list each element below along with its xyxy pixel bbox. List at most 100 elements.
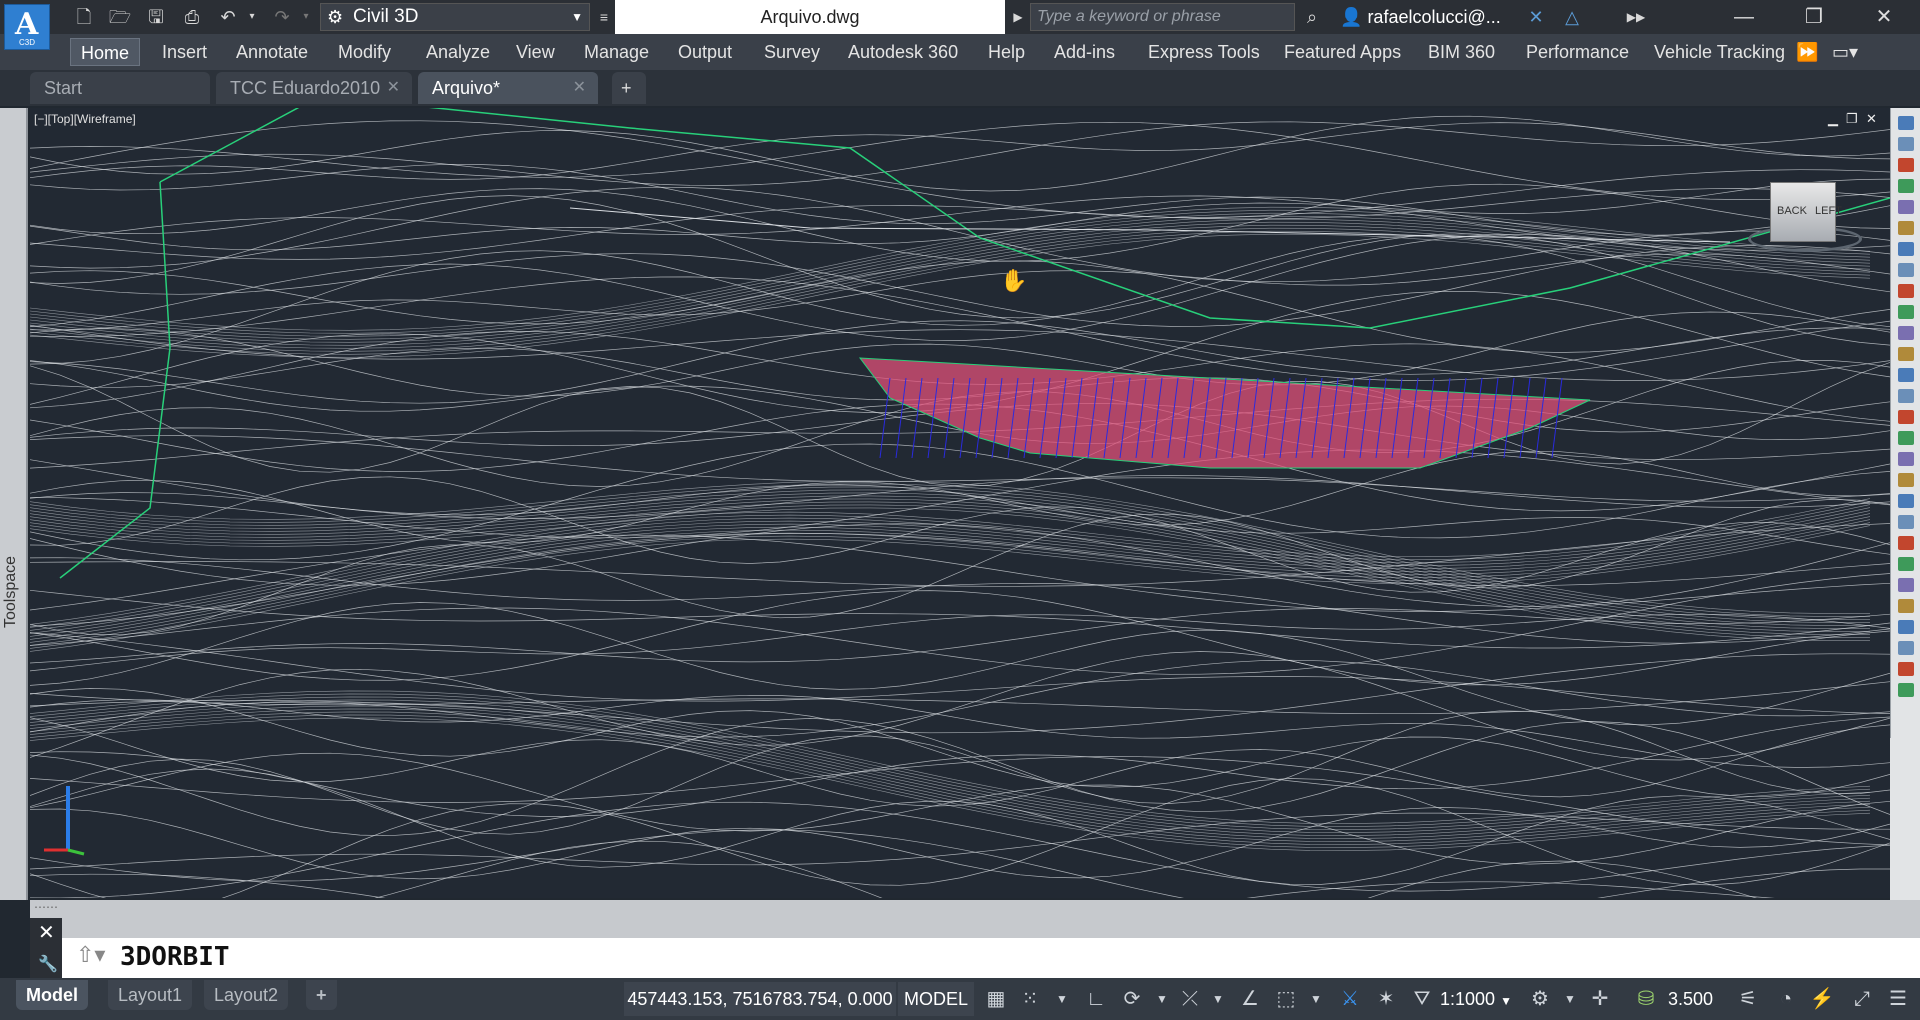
tab-view[interactable]: View — [506, 38, 565, 66]
workspace-dropdown-icon[interactable]: ▼ — [1556, 984, 1584, 1014]
palette-tool-icon[interactable] — [1898, 536, 1914, 550]
command-line[interactable] — [30, 938, 1920, 978]
tab-performance[interactable]: Performance — [1516, 38, 1639, 66]
autodesk-360-icon[interactable]: △ — [1560, 5, 1584, 29]
command-input[interactable]: 3DORBIT — [120, 942, 230, 972]
user-account[interactable]: 👤 rafaelcolucci@... — [1340, 0, 1501, 34]
close-tab-icon[interactable]: ✕ — [387, 72, 400, 104]
palette-tool-icon[interactable] — [1898, 263, 1914, 277]
more-icon[interactable]: ▶▶ — [1624, 5, 1648, 29]
annotation-scale-icon[interactable]: ⛛ — [1408, 984, 1436, 1014]
annotation-visibility-icon[interactable]: ⚔ — [1336, 984, 1364, 1014]
layout-tab-layout1[interactable]: Layout1 — [108, 980, 193, 1010]
tab-analyze[interactable]: Analyze — [416, 38, 500, 66]
palette-tool-icon[interactable] — [1898, 368, 1914, 382]
palette-tool-icon[interactable] — [1898, 221, 1914, 235]
gear-icon[interactable]: ⚙ — [1526, 984, 1554, 1014]
palette-tool-icon[interactable] — [1898, 389, 1914, 403]
snap-icon[interactable]: ⁙ — [1016, 984, 1044, 1014]
open-file-icon[interactable]: 🗁 — [108, 5, 132, 29]
save-icon[interactable]: 🖫 — [144, 5, 168, 29]
palette-tool-icon[interactable] — [1898, 494, 1914, 508]
tab-help[interactable]: Help — [978, 38, 1035, 66]
palette-tool-icon[interactable] — [1898, 116, 1914, 130]
palette-tool-icon[interactable] — [1898, 242, 1914, 256]
palette-tool-icon[interactable] — [1898, 599, 1914, 613]
object-snap-tracking-icon[interactable]: ∠ — [1236, 984, 1264, 1014]
properties-icon[interactable]: ⚟ — [1734, 984, 1762, 1014]
palette-tool-icon[interactable] — [1898, 683, 1914, 697]
object-snap-dropdown-icon[interactable]: ▼ — [1302, 984, 1330, 1014]
palette-tool-icon[interactable] — [1898, 431, 1914, 445]
lineweight-value[interactable]: 3.500 — [1668, 982, 1713, 1016]
add-layout-icon[interactable]: + — [306, 980, 337, 1010]
object-snap-icon[interactable]: ⬚ — [1272, 984, 1300, 1014]
grid-icon[interactable]: ▦ — [982, 984, 1010, 1014]
viewcube[interactable]: BACK LEFT — [1770, 182, 1842, 242]
palette-tool-icon[interactable] — [1898, 473, 1914, 487]
tab-featured-apps[interactable]: Featured Apps — [1274, 38, 1411, 66]
palette-tool-icon[interactable] — [1898, 557, 1914, 571]
workspace-selector[interactable]: ⚙ Civil 3D ▼ — [320, 3, 590, 31]
restore-icon[interactable]: ❐ — [1780, 0, 1848, 34]
palette-tool-icon[interactable] — [1898, 137, 1914, 151]
new-tab-icon[interactable]: + — [612, 72, 646, 104]
toolspace-panel[interactable]: Toolspace — [0, 108, 28, 900]
polar-dropdown-icon[interactable]: ▼ — [1148, 984, 1176, 1014]
tab-survey[interactable]: Survey — [754, 38, 830, 66]
tab-manage[interactable]: Manage — [574, 38, 659, 66]
coordinates-readout[interactable]: 457443.153, 7516783.754, 0.000 — [624, 982, 896, 1016]
redo-dropdown-icon[interactable]: ▾ — [294, 5, 318, 29]
command-grip[interactable]: ⋯⋯ — [34, 900, 58, 914]
viewcube-left-face[interactable]: LEFT — [1815, 205, 1842, 217]
ortho-icon[interactable]: ∟ — [1082, 984, 1110, 1014]
ribbon-options-icon[interactable]: ▭▾ — [1822, 38, 1868, 66]
polar-icon[interactable]: ⟳ — [1118, 984, 1146, 1014]
hardware-acceleration-icon[interactable]: ⚡ — [1808, 984, 1836, 1014]
palette-tool-icon[interactable] — [1898, 410, 1914, 424]
tab-add-ins[interactable]: Add-ins — [1044, 38, 1125, 66]
tab-output[interactable]: Output — [668, 38, 742, 66]
binoculars-icon[interactable]: ⌕ — [1300, 5, 1324, 29]
tab-vehicle-tracking[interactable]: Vehicle Tracking — [1644, 38, 1795, 66]
close-icon[interactable]: ✕ — [38, 920, 55, 945]
search-input[interactable]: Type a keyword or phrase — [1030, 3, 1295, 31]
palette-tool-icon[interactable] — [1898, 305, 1914, 319]
layout-tab-layout2[interactable]: Layout2 — [204, 980, 289, 1010]
palette-tool-icon[interactable] — [1898, 641, 1914, 655]
tab-bim-360[interactable]: BIM 360 — [1418, 38, 1505, 66]
expand-search-icon[interactable]: ▶ — [1006, 5, 1030, 29]
palette-tool-icon[interactable] — [1898, 326, 1914, 340]
isolate-icon[interactable]: ◔ — [1772, 984, 1800, 1014]
tab-express-tools[interactable]: Express Tools — [1138, 38, 1270, 66]
plus-icon[interactable]: ✛ — [1586, 984, 1614, 1014]
view-controls-label[interactable]: [−][Top][Wireframe] — [34, 112, 136, 126]
palette-tool-icon[interactable] — [1898, 452, 1914, 466]
layout-tab-model[interactable]: Model — [16, 980, 88, 1010]
undo-dropdown-icon[interactable]: ▾ — [240, 5, 264, 29]
tab-modify[interactable]: Modify — [328, 38, 401, 66]
palette-tool-icon[interactable] — [1898, 515, 1914, 529]
isodraft-icon[interactable]: ⤫ — [1176, 984, 1204, 1014]
exchange-apps-icon[interactable]: ✕ — [1524, 5, 1548, 29]
layers-icon[interactable]: ⛁ — [1632, 984, 1660, 1014]
isodraft-dropdown-icon[interactable]: ▼ — [1204, 984, 1232, 1014]
tab-autodesk-360[interactable]: Autodesk 360 — [838, 38, 968, 66]
print-icon[interactable]: ⎙ — [180, 5, 204, 29]
viewport-close-icon[interactable]: ✕ — [1866, 111, 1877, 127]
customize-icon[interactable]: ☰ — [1884, 984, 1912, 1014]
minimize-icon[interactable]: — — [1710, 0, 1778, 34]
tab-home[interactable]: Home — [70, 38, 141, 66]
customize-quick-access-icon[interactable]: ≡ — [592, 5, 616, 29]
new-file-icon[interactable]: 🗋 — [72, 5, 96, 29]
palette-tool-icon[interactable] — [1898, 578, 1914, 592]
undo-icon[interactable]: ↶ — [216, 5, 240, 29]
clean-screen-icon[interactable]: ⤢ — [1848, 984, 1876, 1014]
snap-dropdown-icon[interactable]: ▼ — [1048, 984, 1076, 1014]
viewport-restore-icon[interactable]: ❐ — [1846, 111, 1858, 127]
doc-tab-start[interactable]: Start — [30, 72, 210, 104]
doc-tab-tcc[interactable]: TCC Eduardo2010 ✕ — [216, 72, 412, 104]
close-tab-icon[interactable]: ✕ — [573, 72, 586, 104]
palette-tool-icon[interactable] — [1898, 179, 1914, 193]
palette-tool-icon[interactable] — [1898, 284, 1914, 298]
